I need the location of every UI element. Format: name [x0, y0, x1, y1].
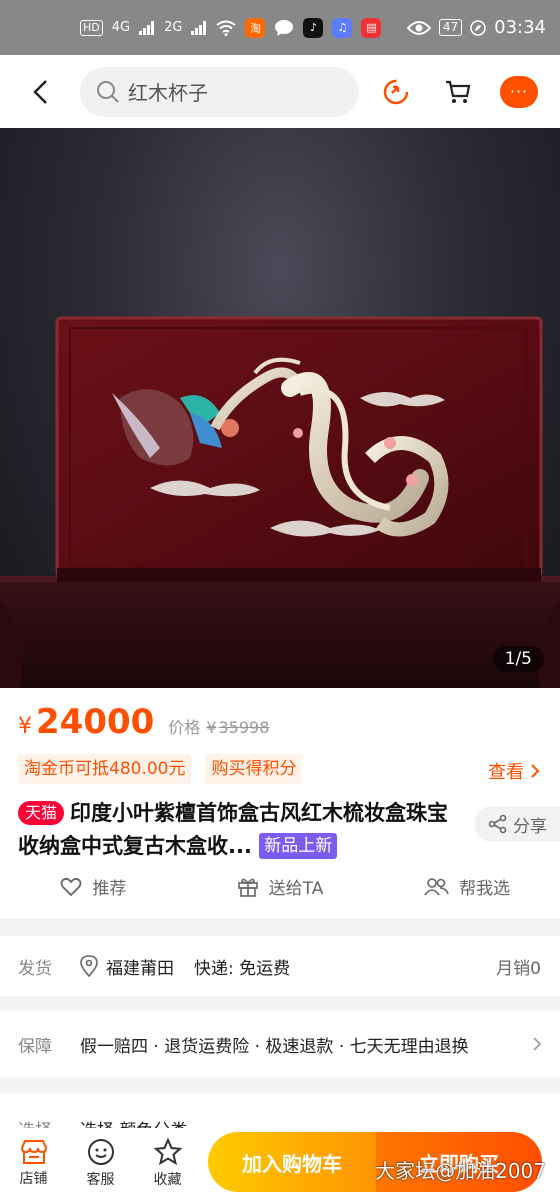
- help-choose-button[interactable]: 帮我选: [373, 874, 560, 899]
- reader-app-icon: ▤: [361, 17, 382, 38]
- product-title: 天猫 印度小叶紫檀首饰盒古风红木梳妆盒珠宝收纳盒中式复古木盒收... 新品上新: [18, 797, 468, 863]
- guarantee-text: 假一赔四 · 退货运费险 · 极速退款 · 七天无理由退换: [80, 1036, 469, 1057]
- current-price: 24000: [36, 702, 155, 742]
- sim1-indicator: 4G: [111, 20, 131, 35]
- guarantee-label: 保障: [18, 1036, 52, 1057]
- refresh-icon: [383, 79, 409, 104]
- selection-row[interactable]: 选择 选择 颜色分类: [0, 1093, 560, 1133]
- service-label: 客服: [86, 1171, 115, 1188]
- status-bar: HD 4G 2G 淘 ♪ ♫ ▤ 47 03:34: [0, 0, 560, 55]
- tmall-badge: 天猫: [18, 801, 65, 825]
- share-button[interactable]: 分享: [474, 806, 560, 842]
- action-row: 推荐 送给TA 帮我选: [0, 874, 560, 899]
- network-badge: HD: [80, 19, 103, 36]
- store-label: 店铺: [19, 1170, 48, 1187]
- signal-icon: [191, 20, 207, 35]
- product-image: [0, 316, 560, 688]
- chat-app-icon: [275, 19, 294, 36]
- share-label: 分享: [513, 816, 547, 837]
- store-button[interactable]: 店铺: [0, 1139, 67, 1188]
- view-more-label: 查看: [488, 762, 524, 783]
- shipping-location: 福建莆田: [106, 958, 174, 979]
- back-button[interactable]: [0, 55, 80, 128]
- store-icon: [20, 1139, 47, 1164]
- original-price-label: 价格: [168, 718, 201, 737]
- leaf-icon: [470, 19, 486, 36]
- recommend-button[interactable]: 推荐: [0, 874, 187, 899]
- share-icon: [488, 814, 507, 834]
- original-price: 35998: [218, 718, 270, 737]
- more-button[interactable]: ···: [500, 75, 538, 108]
- favorite-label: 收藏: [153, 1171, 182, 1188]
- price-currency: ¥: [18, 714, 32, 739]
- star-icon: [153, 1137, 182, 1165]
- price-row: ¥ 24000 价格 ¥ 35998: [18, 702, 269, 742]
- shipping-express: 快递: 免运费: [194, 958, 291, 979]
- product-title-text: 印度小叶紫檀首饰盒古风红木梳妆盒珠宝收纳盒中式复古木盒收...: [18, 801, 449, 858]
- shipping-label: 发货: [18, 958, 52, 979]
- music-app-icon: ♫: [332, 17, 353, 38]
- search-query: 红木杯子: [128, 81, 208, 105]
- monthly-sales: 月销0: [496, 958, 541, 979]
- status-right: 47 03:34: [406, 17, 546, 38]
- product-image-carousel[interactable]: 1/5: [0, 128, 560, 688]
- taobao-app-icon: 淘: [245, 17, 266, 38]
- search-icon: [97, 80, 119, 103]
- watermark: 大家坛@加油2007: [375, 1159, 546, 1183]
- gift-button[interactable]: 送给TA: [187, 874, 374, 899]
- product-page: HD 4G 2G 淘 ♪ ♫ ▤ 47 03:34 红木杯子 ··· 1/5 ¥…: [0, 0, 560, 1198]
- chevron-right-icon: [533, 1037, 542, 1051]
- help-label: 帮我选: [459, 879, 511, 899]
- original-price-currency: ¥: [206, 718, 217, 737]
- promo-coin[interactable]: 淘金币可抵480.00元: [18, 754, 192, 784]
- view-promos-link[interactable]: 查看: [488, 758, 540, 784]
- wifi-icon: [216, 20, 237, 36]
- clock: 03:34: [494, 17, 546, 38]
- cart-button[interactable]: [438, 72, 478, 112]
- location-pin-icon: [80, 955, 98, 977]
- shipping-row[interactable]: 发货 福建莆田 快递: 免运费 月销0: [0, 936, 560, 996]
- tiktok-app-icon: ♪: [303, 17, 324, 38]
- cart-icon: [446, 80, 471, 103]
- refresh-button[interactable]: [376, 72, 416, 112]
- recommend-label: 推荐: [92, 879, 127, 899]
- product-info: ¥ 24000 价格 ¥ 35998 淘金币可抵480.00元 购买得积分 查看…: [0, 688, 560, 918]
- promo-points[interactable]: 购买得积分: [205, 754, 303, 784]
- guarantee-row[interactable]: 保障 假一赔四 · 退货运费险 · 极速退款 · 七天无理由退换: [0, 1011, 560, 1077]
- heart-icon: [60, 877, 82, 896]
- promo-row: 淘金币可抵480.00元 购买得积分: [18, 754, 303, 784]
- status-left: HD 4G 2G 淘 ♪ ♫ ▤: [80, 17, 382, 38]
- top-nav: 红木杯子 ···: [0, 55, 560, 128]
- favorite-button[interactable]: 收藏: [134, 1137, 201, 1189]
- people-icon: [424, 877, 449, 895]
- chevron-left-icon: [33, 79, 47, 104]
- gift-icon: [237, 878, 258, 897]
- chevron-right-icon: [531, 764, 540, 778]
- image-counter: 1/5: [492, 646, 544, 672]
- new-arrival-tag: 新品上新: [259, 833, 338, 859]
- gift-label: 送给TA: [268, 879, 324, 899]
- battery-indicator: 47: [438, 19, 463, 36]
- customer-service-icon: [87, 1138, 114, 1165]
- signal-icon: [139, 20, 155, 35]
- service-button[interactable]: 客服: [67, 1138, 134, 1189]
- add-to-cart-button[interactable]: 加入购物车: [208, 1132, 376, 1192]
- search-input[interactable]: 红木杯子: [80, 66, 359, 117]
- sim2-indicator: 2G: [164, 20, 183, 35]
- eye-icon: [406, 20, 431, 35]
